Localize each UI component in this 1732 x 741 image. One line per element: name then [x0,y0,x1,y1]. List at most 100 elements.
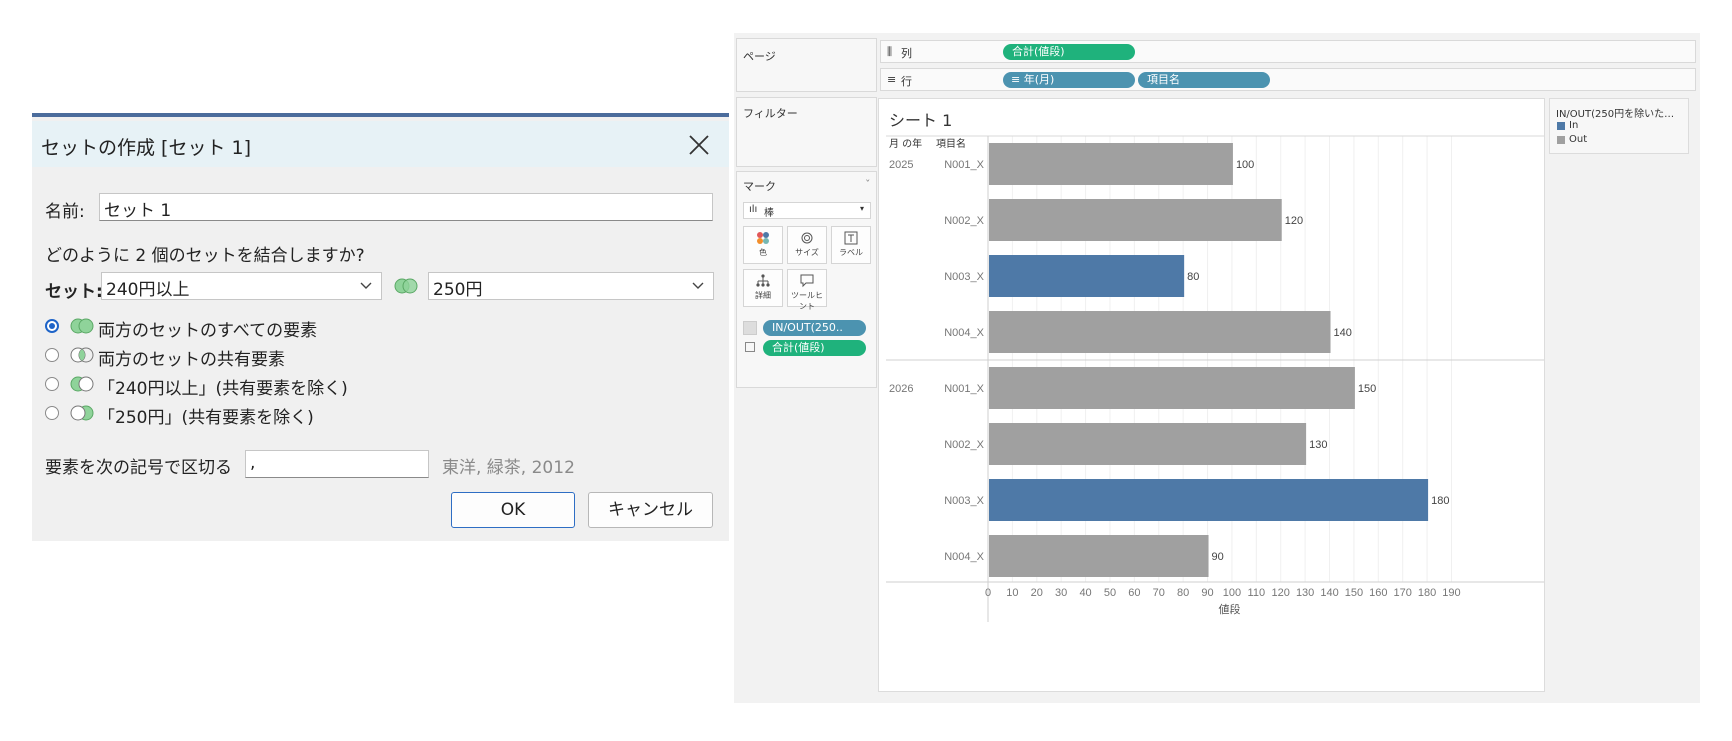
item-label: N004_X [944,327,984,339]
x-tick-label: 20 [1031,587,1043,599]
separator-preview: 東洋, 緑茶, 2012 [442,458,575,478]
x-tick-label: 70 [1153,587,1165,599]
item-label: N002_X [944,439,984,451]
x-tick-label: 110 [1248,587,1266,599]
name-label: 名前: [45,202,85,222]
pages-shelf[interactable]: ページ [736,38,877,92]
bar-value-label: 120 [1285,215,1303,227]
chevron-down-icon [360,282,372,289]
bar-value-label: 180 [1431,495,1449,507]
bar [989,199,1282,241]
x-tick-label: 140 [1320,587,1338,599]
x-tick-label: 100 [1223,587,1241,599]
x-axis-title: 値段 [1219,602,1241,616]
item-label: N001_X [944,383,984,395]
marks-collapse-icon[interactable]: ˇ [865,178,871,191]
detail-button[interactable]: 詳細 [743,269,783,307]
venn-intersect-icon [70,347,94,363]
legend-swatch-in [1557,122,1565,130]
tooltip-button[interactable]: ツールヒント [787,269,827,311]
marks-field-inout[interactable]: IN/OUT(250.. [763,320,866,336]
row-pill-year-month-label: 年(月) [1023,73,1055,86]
bar-value-label: 90 [1212,551,1224,563]
marks-field-sum-price[interactable]: 合計(値段) [763,340,866,356]
left-set-select[interactable]: 240円以上 [101,272,382,300]
bar [989,311,1331,353]
worksheet-view: シート 1 月 の年 項目名 2025 N001_X 100 N002_X 120 N00… [878,98,1545,692]
bar [989,423,1307,465]
label-button-label: ラベル [839,248,863,257]
label-button[interactable]: ラベル [831,226,871,264]
bar [989,535,1209,577]
venn-union-icon [70,318,94,334]
create-set-dialog: セットの作成 [セット 1] 名前: セット 1 どのように 2 個のセットを結… [32,113,729,541]
ok-button[interactable]: OK [451,492,575,528]
filters-label: フィルター [743,107,798,120]
bar [989,255,1185,297]
set-label: セット: [45,282,103,302]
detail-button-label: 詳細 [755,291,771,300]
option-left-except-shared[interactable]: 「240円以上」(共有要素を除く) [98,374,348,399]
row-pill-year-month[interactable]: ≡ 年(月) [1003,72,1135,88]
color-field-icon [743,321,757,335]
x-tick-label: 60 [1128,587,1140,599]
separator-field[interactable]: , [245,450,429,478]
color-button-label: 色 [759,248,767,257]
separator-label: 要素を次の記号で区切る [45,458,232,478]
cancel-button[interactable]: キャンセル [588,492,713,528]
x-tick-label: 120 [1272,587,1290,599]
venn-right-only-icon [70,405,94,421]
right-set-value: 250円 [433,280,483,300]
chevron-down-icon [692,282,704,289]
right-set-select[interactable]: 250円 [428,272,714,300]
color-button[interactable]: 色 [743,226,783,264]
columns-shelf[interactable]: ⫼ 列 合計(値段) [880,40,1696,63]
row-pill-icon: ≡ [1011,73,1024,86]
dialog-titlebar: セットの作成 [セット 1] [32,121,729,167]
item-label: N004_X [944,551,984,563]
color-icon [757,232,769,244]
item-label: N003_X [944,271,984,283]
close-icon[interactable] [687,133,711,157]
size-button[interactable]: サイズ [787,226,827,264]
filters-shelf[interactable]: フィルター [736,97,877,167]
radio-all-members[interactable] [45,319,59,333]
item-label: N001_X [944,159,984,171]
name-field[interactable]: セット 1 [99,193,713,221]
rows-label: 行 [901,75,912,88]
detail-icon [756,274,770,287]
radio-right-except-shared[interactable] [45,406,59,420]
combine-question: どのように 2 個のセットを結合しますか? [45,246,365,266]
bar-value-label: 100 [1236,159,1254,171]
bar-chart: 2025 N001_X 100N002_X 120N003_X 80N004_X 1402… [886,135,1544,622]
option-shared-members[interactable]: 両方のセットの共有要素 [98,345,285,370]
tooltip-button-label: ツールヒント [791,291,823,311]
columns-icon: ⫼ [887,45,893,58]
size-button-label: サイズ [795,248,819,257]
x-tick-label: 30 [1055,587,1067,599]
x-tick-label: 0 [985,587,991,599]
legend-swatch-out [1557,136,1565,144]
size-icon [801,232,813,244]
mark-type-select[interactable]: ılı 棒 ▾ [743,202,871,219]
option-right-except-shared[interactable]: 「250円」(共有要素を除く) [98,403,314,428]
year-label: 2026 [889,383,913,395]
legend-label-in: In [1569,120,1579,131]
x-tick-label: 170 [1394,587,1412,599]
x-tick-label: 160 [1369,587,1387,599]
option-all-members[interactable]: 両方のセットのすべての要素 [98,316,317,341]
label-field-icon [745,342,755,352]
columns-label: 列 [901,47,912,60]
column-pill[interactable]: 合計(値段) [1003,44,1135,60]
bar [989,479,1429,521]
bar [989,143,1233,185]
radio-shared-members[interactable] [45,348,59,362]
rows-shelf[interactable]: ≡ 行 ≡ 年(月) 項目名 [880,68,1696,91]
x-tick-label: 10 [1006,587,1018,599]
year-label: 2025 [889,159,913,171]
radio-left-except-shared[interactable] [45,377,59,391]
x-tick-label: 90 [1201,587,1213,599]
dialog-title: セットの作成 [セット 1] [41,137,251,159]
marks-card: マーク ˇ ılı 棒 ▾ 色 サイズ ラベル 詳細 ツールヒント IN/OUT… [736,171,877,388]
row-pill-item[interactable]: 項目名 [1138,72,1270,88]
